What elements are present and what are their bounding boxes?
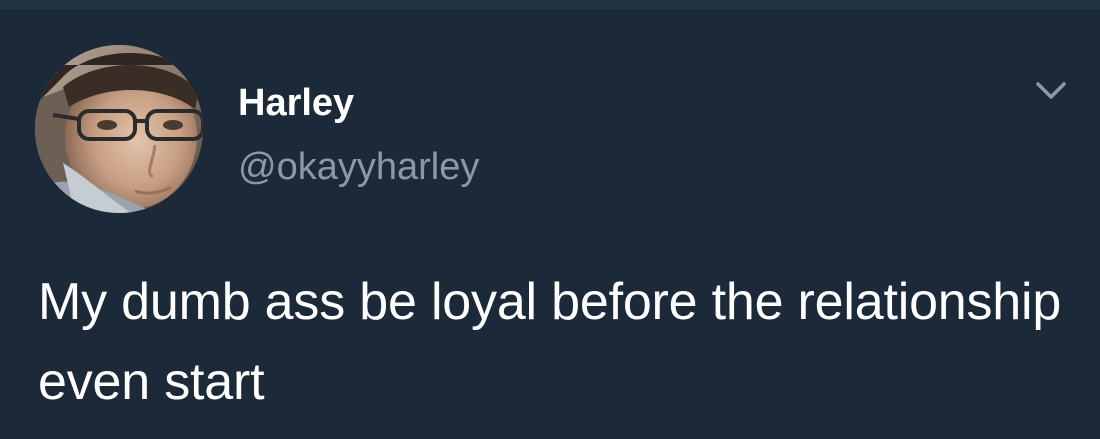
chevron-down-icon bbox=[1036, 82, 1066, 99]
top-divider bbox=[0, 0, 1100, 9]
user-handle[interactable]: @okayyharley bbox=[238, 144, 479, 190]
tweet-text: My dumb ass be loyal before the relation… bbox=[38, 273, 1062, 411]
display-name[interactable]: Harley bbox=[238, 80, 354, 126]
avatar[interactable] bbox=[35, 45, 203, 213]
tweet-menu-button[interactable] bbox=[1032, 76, 1070, 106]
avatar-image bbox=[35, 45, 203, 213]
tweet-card: Harley @okayyharley My dumb ass be loyal… bbox=[0, 0, 1100, 439]
